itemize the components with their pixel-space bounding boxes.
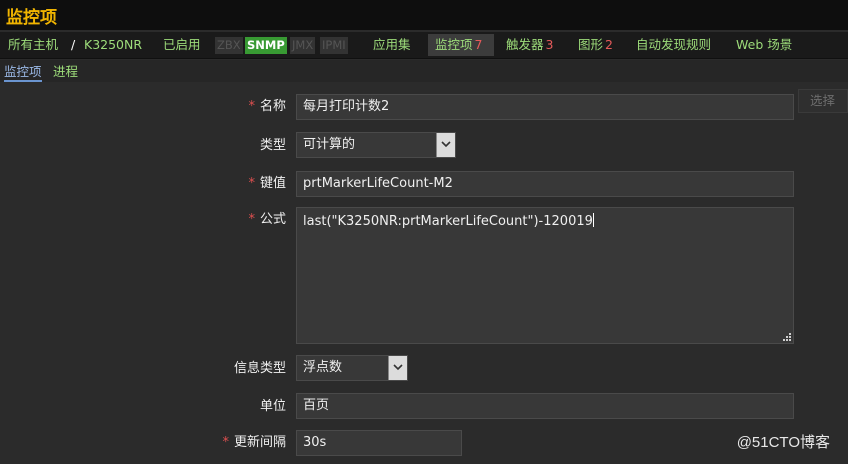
tab-item[interactable]: 监控项 [4, 64, 42, 82]
chevron-down-icon [436, 133, 455, 157]
required-marker: * [248, 212, 255, 227]
info-type-label: 信息类型 [233, 361, 286, 376]
type-select-value: 可计算的 [303, 137, 356, 152]
name-label: * 名称 [248, 98, 286, 116]
host-nav-bar: 所有主机 / K3250NR 已启用 ZBX SNMP JMX IPMI 应用集… [0, 32, 848, 59]
items-count: 7 [474, 37, 483, 52]
name-label-text: 名称 [259, 99, 286, 114]
ipmi-availability-badge: IPMI [320, 37, 348, 54]
required-marker: * [248, 176, 255, 191]
unit-input[interactable]: 百页 [296, 393, 794, 419]
formula-text: last("K3250NR:prtMarkerLifeCount")-12001… [303, 214, 593, 229]
key-select-button[interactable]: 选择 [798, 89, 848, 113]
text-cursor [592, 213, 594, 227]
formula-textarea[interactable]: last("K3250NR:prtMarkerLifeCount")-12001… [296, 207, 794, 344]
required-marker: * [248, 99, 255, 114]
tab-discovery-rules[interactable]: 自动发现规则 [636, 32, 711, 58]
info-type-select-value: 浮点数 [303, 360, 343, 375]
info-type-select[interactable]: 浮点数 [296, 355, 408, 381]
watermark: @51CTO博客 [736, 434, 830, 451]
form-tabs: 监控项 进程 [0, 60, 848, 82]
graphs-count: 2 [605, 37, 613, 52]
triggers-count: 3 [545, 37, 554, 52]
jmx-availability-badge: JMX [290, 37, 316, 54]
interval-input[interactable]: 30s [296, 430, 462, 456]
key-label-text: 键值 [259, 176, 286, 191]
tab-graphs[interactable]: 图形 2 [578, 32, 613, 58]
key-input[interactable]: prtMarkerLifeCount-M2 [296, 171, 794, 197]
key-label: * 键值 [248, 175, 286, 193]
tab-triggers[interactable]: 触发器 3 [506, 32, 553, 58]
host-link[interactable]: K3250NR [84, 32, 142, 58]
type-select[interactable]: 可计算的 [296, 132, 456, 158]
snmp-availability-badge: SNMP [245, 37, 287, 54]
chevron-down-icon [388, 356, 407, 380]
interval-label-text: 更新间隔 [233, 435, 286, 450]
resize-grip-icon[interactable] [783, 333, 791, 341]
item-form: * 名称 每月打印计数2 类型 可计算的 * 键值 prtMarkerLifeCou… [0, 84, 848, 464]
tab-triggers-label: 触发器 [506, 37, 544, 52]
tab-items-label: 监控项 [435, 37, 473, 52]
host-status-link[interactable]: 已启用 [163, 32, 201, 58]
zbx-availability-badge: ZBX [215, 37, 243, 54]
tab-graphs-label: 图形 [578, 37, 604, 52]
all-hosts-link[interactable]: 所有主机 [8, 32, 58, 58]
unit-label: 单位 [259, 399, 286, 414]
type-label: 类型 [259, 138, 286, 153]
tab-applications[interactable]: 应用集 [373, 32, 411, 58]
tab-items[interactable]: 监控项 7 [435, 32, 482, 58]
tab-process[interactable]: 进程 [53, 64, 78, 80]
required-marker: * [222, 435, 229, 450]
breadcrumb-separator: / [71, 37, 76, 52]
tab-web-scenarios[interactable]: Web 场景 [736, 32, 792, 58]
name-input[interactable]: 每月打印计数2 [296, 94, 794, 120]
formula-label: * 公式 [248, 211, 286, 229]
formula-label-text: 公式 [259, 212, 286, 227]
title-bar: 监控项 [0, 0, 848, 30]
page-title: 监控项 [6, 8, 57, 28]
interval-label: * 更新间隔 [222, 434, 286, 452]
